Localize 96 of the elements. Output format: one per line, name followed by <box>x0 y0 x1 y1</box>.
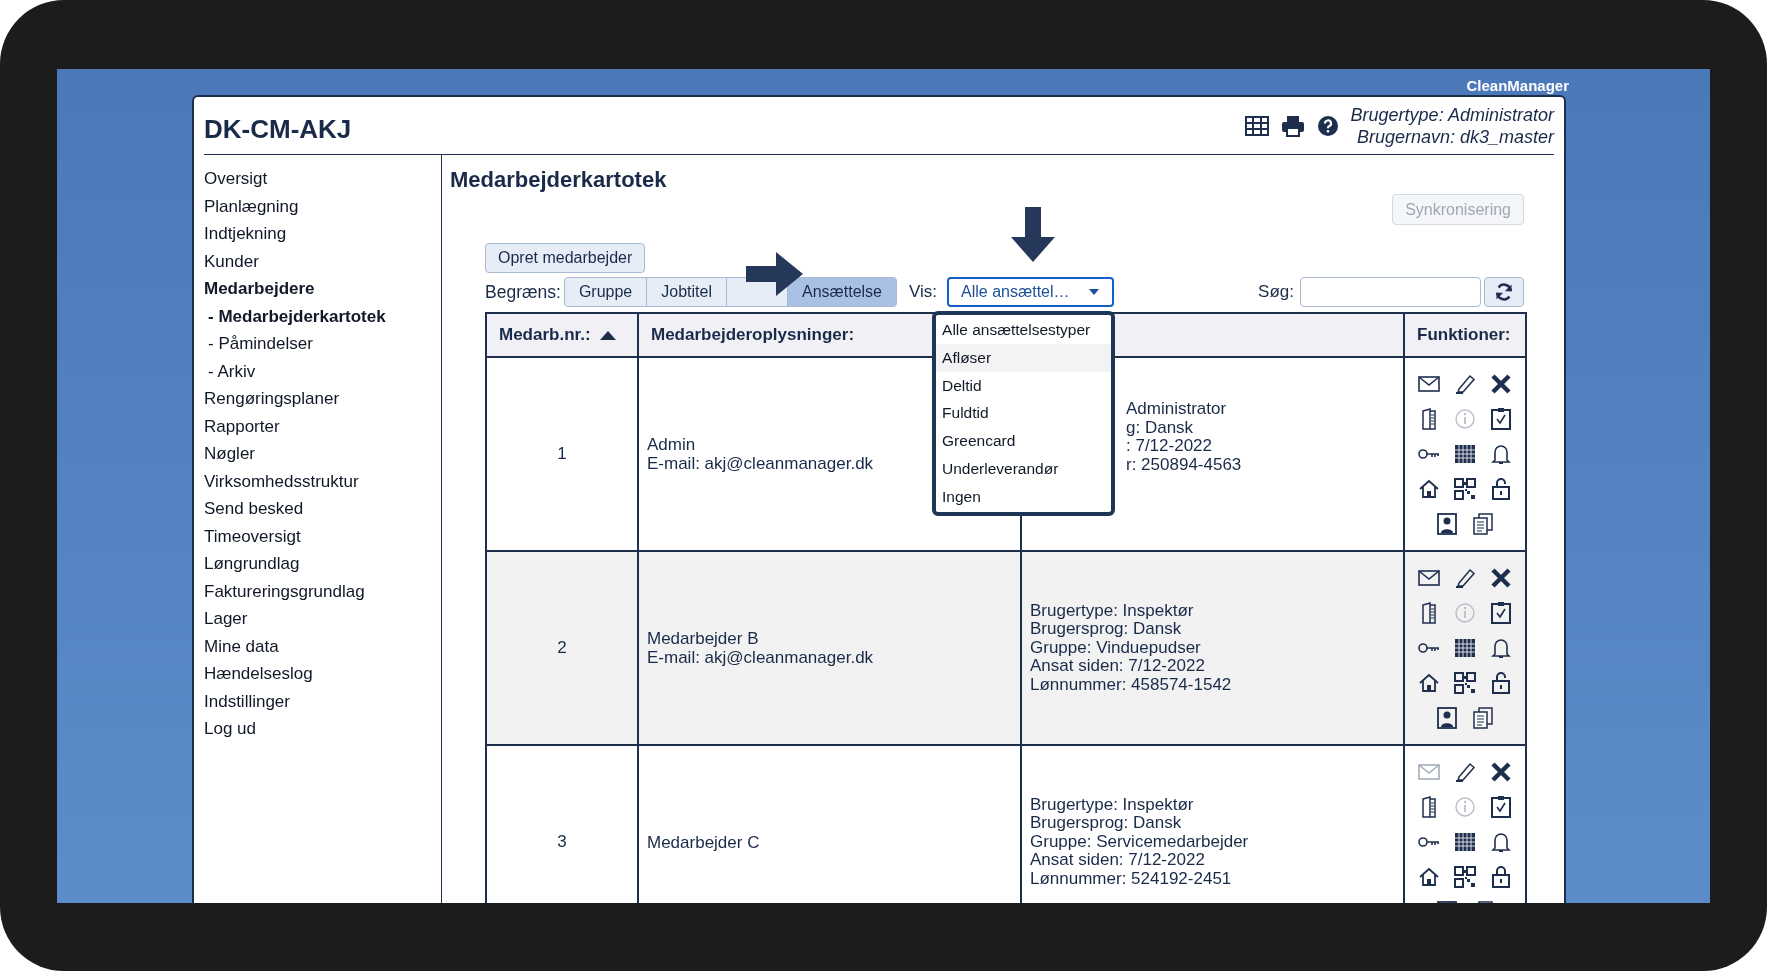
print-icon[interactable] <box>1280 114 1305 137</box>
close-icon[interactable] <box>1489 566 1513 590</box>
sidebar-item[interactable]: Oversigt <box>204 165 441 193</box>
dropdown-option[interactable]: Afløser <box>936 343 1112 372</box>
sidebar-item[interactable]: Kunder <box>204 247 441 275</box>
calendar-icon[interactable] <box>1453 636 1477 660</box>
user-type-text: Brugertype: Administrator <box>1350 103 1554 126</box>
help-icon[interactable] <box>1316 114 1339 137</box>
employee-name-text: Medarbejder B <box>647 629 759 648</box>
calendar-icon[interactable] <box>1453 830 1477 854</box>
documents-icon[interactable] <box>1471 706 1495 730</box>
person-card-icon[interactable] <box>1435 512 1459 536</box>
pencil-icon[interactable] <box>1453 372 1477 396</box>
employee-name-text: E-mail: akj@cleanmanager.dk <box>647 454 874 473</box>
sidebar-item[interactable]: Rengøringsplaner <box>204 385 441 413</box>
app-brand: CleanManager <box>1466 76 1569 96</box>
sort-icon[interactable] <box>598 329 617 341</box>
sidebar-item[interactable]: Nøgler <box>204 440 441 468</box>
documents-icon[interactable] <box>1471 512 1495 536</box>
bell-icon[interactable] <box>1489 442 1513 466</box>
employee-name-text: Admin <box>647 435 696 454</box>
sidebar-item[interactable]: Medarbejdere <box>204 275 441 303</box>
employee-info-text: Brugertype: Inspektør <box>1030 601 1194 621</box>
sidebar-item[interactable]: Timeoversigt <box>204 522 441 550</box>
sidebar-item[interactable]: Mine data <box>204 632 441 660</box>
employment-select[interactable]: Alle ansættel… <box>947 277 1115 307</box>
sidebar-item[interactable]: Indtjekning <box>204 220 441 248</box>
sidebar-item[interactable]: Send besked <box>204 495 441 523</box>
refresh-button[interactable] <box>1484 277 1524 307</box>
pencil-icon[interactable] <box>1453 566 1477 590</box>
lock-icon[interactable] <box>1489 671 1513 695</box>
clipboard-check-icon[interactable] <box>1489 795 1513 819</box>
qr-code-icon[interactable] <box>1453 865 1477 889</box>
column-header[interactable]: Medarbejderoplysninger: <box>651 322 855 348</box>
clipboard-check-icon[interactable] <box>1489 601 1513 625</box>
sidebar-item[interactable]: Indstillinger <box>204 687 441 715</box>
employee-info-text: Lønnummer: 458574-1542 <box>1030 675 1232 695</box>
bell-icon[interactable] <box>1489 636 1513 660</box>
search-label: Søg: <box>1258 281 1294 304</box>
sidebar-item[interactable]: Løngrundlag <box>204 550 441 578</box>
filter-tab[interactable]: Jobtitel <box>646 277 727 307</box>
sidebar-item[interactable]: Rapporter <box>204 412 441 440</box>
employee-info-text: Ansat siden: 7/12-2022 <box>1030 851 1205 870</box>
calendar-icon[interactable] <box>1453 442 1477 466</box>
sidebar-item[interactable]: Log ud <box>204 715 441 743</box>
lock-icon[interactable] <box>1489 477 1513 501</box>
qr-code-icon[interactable] <box>1453 477 1477 501</box>
close-icon[interactable] <box>1489 760 1513 784</box>
page-title: Medarbejderkartotek <box>450 166 667 194</box>
employee-info-text: Gruppe: Vinduepudser <box>1030 638 1201 658</box>
employee-info-text: Brugersprog: Dansk <box>1030 814 1182 833</box>
person-card-icon[interactable] <box>1435 706 1459 730</box>
table-icon[interactable] <box>1244 115 1269 136</box>
employee-info-text: : 7/12-2022 <box>1126 437 1212 456</box>
sidebar-item[interactable]: Hændelseslog <box>204 660 441 688</box>
window-title: DK-CM-AKJ <box>204 113 352 146</box>
sidebar-subitem[interactable]: - Medarbejderkartotek <box>204 302 441 330</box>
employee-info-text: Brugersprog: Dansk <box>1030 620 1182 639</box>
employee-number: 2 <box>557 638 567 658</box>
employee-name-text: E-mail: akj@cleanmanager.dk <box>647 648 874 667</box>
show-label: Vis: <box>909 281 938 304</box>
sidebar-item[interactable]: Virksomhedsstruktur <box>204 467 441 495</box>
employee-number: 3 <box>557 832 567 852</box>
sidebar-subitem[interactable]: - Påmindelser <box>204 330 441 358</box>
filter-tab[interactable]: Ansættelse <box>786 277 897 307</box>
employee-name-text: Medarbejder C <box>647 832 760 852</box>
qr-code-icon[interactable] <box>1453 671 1477 695</box>
filter-label: Begræns: <box>485 280 561 304</box>
caret-icon <box>1088 288 1101 296</box>
employee-info-text: Brugertype: Inspektør <box>1030 795 1194 815</box>
bell-icon[interactable] <box>1489 830 1513 854</box>
refresh-icon <box>1494 282 1514 302</box>
house-icon[interactable] <box>1417 671 1441 695</box>
employee-info-text: Gruppe: Servicemedarbejder <box>1030 832 1249 852</box>
employee-info-text: Ansat siden: 7/12-2022 <box>1030 657 1205 676</box>
search-field[interactable] <box>1300 277 1481 307</box>
employee-info-text: Administrator <box>1126 400 1227 419</box>
right-arrow-icon <box>746 251 804 297</box>
sidebar-item[interactable]: Lager <box>204 605 441 633</box>
sidebar-item[interactable]: Faktureringsgrundlag <box>204 577 441 605</box>
sidebar-subitem[interactable]: - Arkiv <box>204 357 441 385</box>
house-icon[interactable] <box>1417 865 1441 889</box>
filter-tab[interactable]: Gruppe <box>563 277 648 307</box>
close-icon[interactable] <box>1489 372 1513 396</box>
sidebar-item[interactable]: Planlægning <box>204 192 441 220</box>
employee-info-text: r: 250894-4563 <box>1126 455 1242 474</box>
clipboard-check-icon[interactable] <box>1489 407 1513 431</box>
pencil-icon[interactable] <box>1453 760 1477 784</box>
user-name-text: Brugernavn: dk3_master <box>1356 125 1554 148</box>
house-icon[interactable] <box>1417 477 1441 501</box>
employee-info-text: g: Dansk <box>1126 418 1194 437</box>
lock-icon[interactable] <box>1489 865 1513 889</box>
down-arrow-icon <box>1009 207 1057 263</box>
create-employee-button[interactable]: Opret medarbejder <box>485 243 646 273</box>
employee-info-text: Lønnummer: 524192-2451 <box>1030 869 1232 889</box>
employee-number: 1 <box>557 444 567 464</box>
